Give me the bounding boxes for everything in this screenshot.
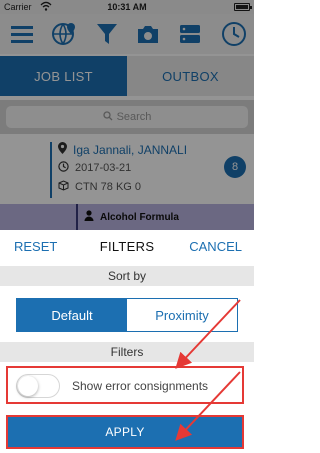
cancel-button[interactable]: CANCEL — [189, 239, 242, 254]
show-errors-label: Show error consignments — [72, 379, 209, 393]
apply-button[interactable]: APPLY — [6, 415, 244, 449]
show-errors-row: Show error consignments — [6, 366, 244, 404]
filters-section-header: Filters — [0, 342, 254, 362]
sort-default-option[interactable]: Default — [17, 299, 127, 331]
sort-proximity-option[interactable]: Proximity — [127, 299, 237, 331]
filter-sheet-header: RESET FILTERS CANCEL — [0, 230, 254, 264]
modal-dim-overlay[interactable] — [0, 0, 254, 230]
show-errors-toggle[interactable] — [16, 374, 60, 398]
toggle-knob — [18, 376, 38, 396]
sort-by-section-header: Sort by — [0, 266, 254, 286]
sort-segmented-control: Default Proximity — [16, 298, 238, 332]
filter-sheet: RESET FILTERS CANCEL Sort by Default Pro… — [0, 230, 254, 453]
